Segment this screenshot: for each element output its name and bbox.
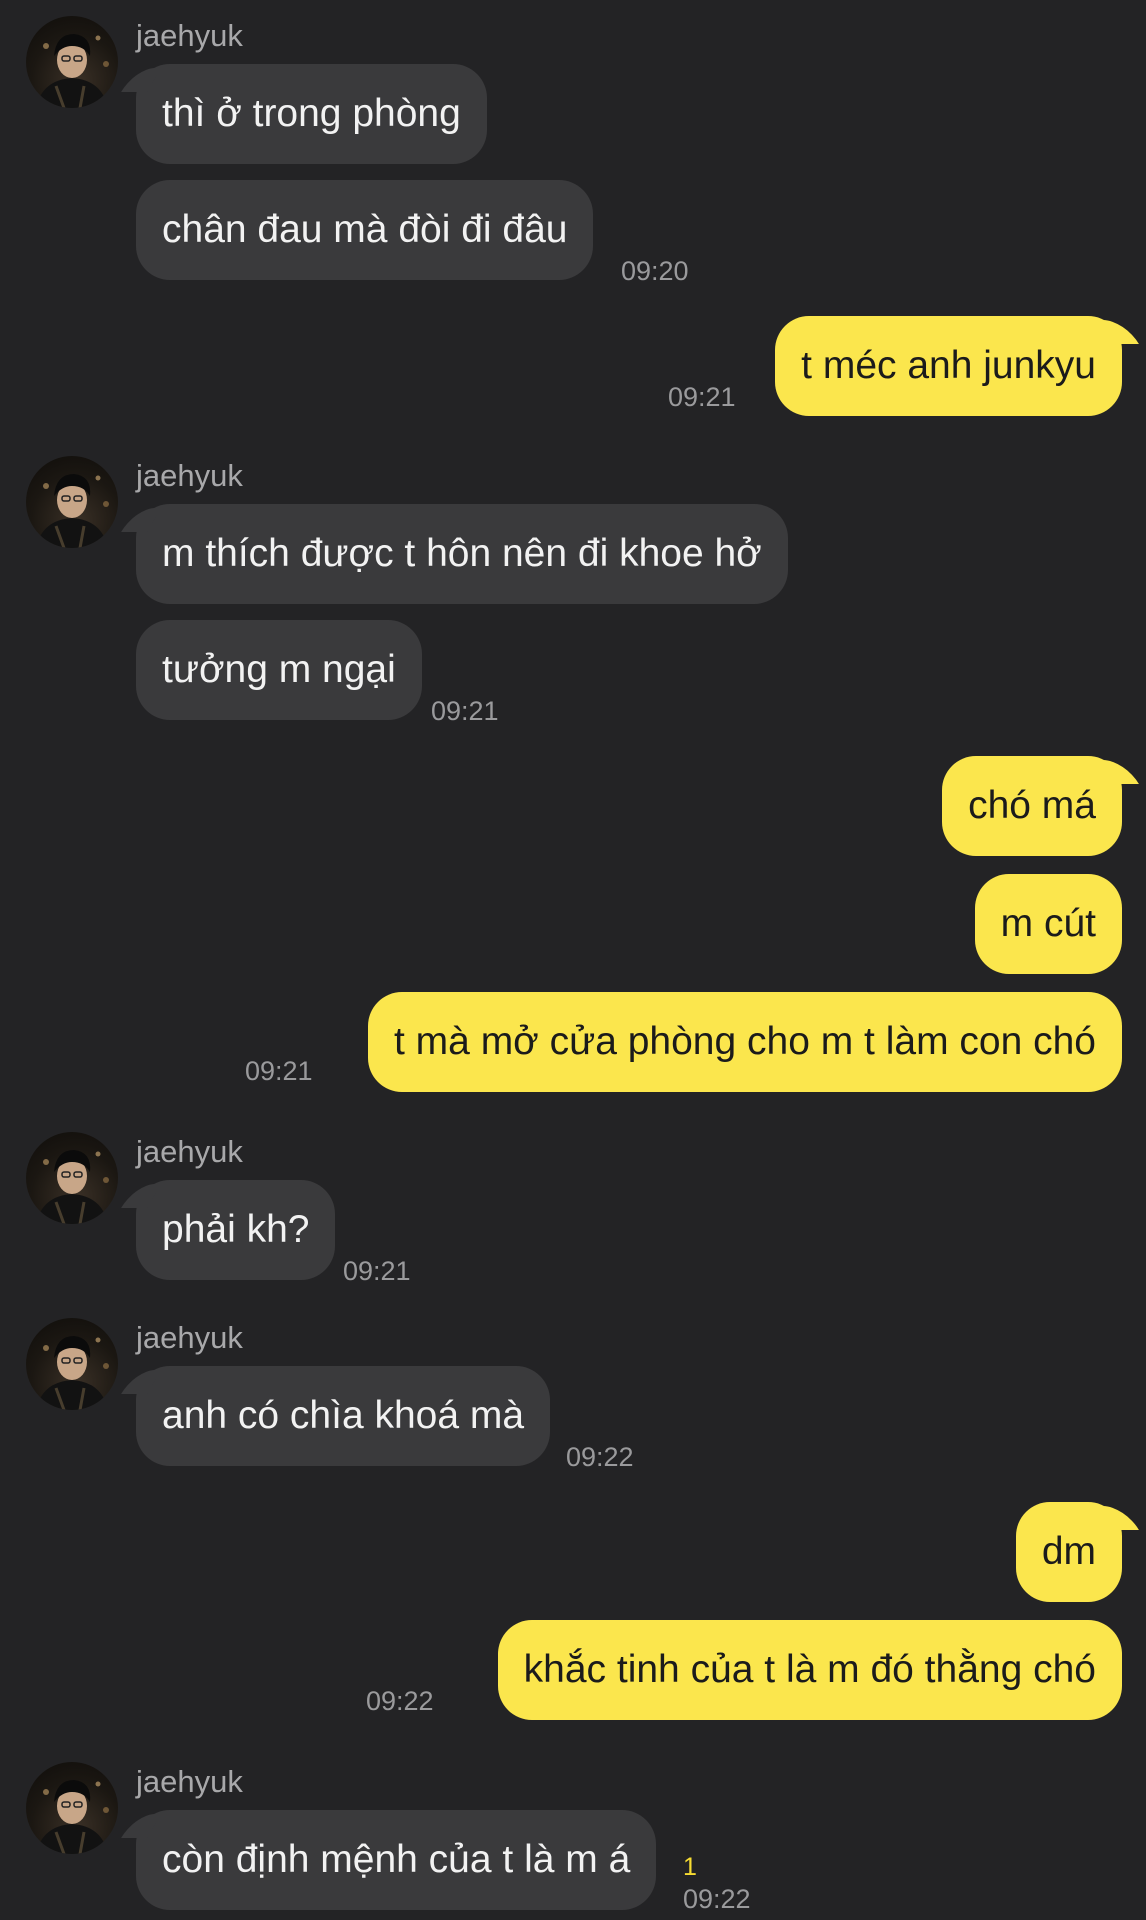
contact-avatar[interactable] bbox=[26, 1318, 118, 1410]
message-bubble-incoming[interactable]: m thích được t hôn nên đi khoe hở bbox=[136, 504, 788, 604]
message-bubble-outgoing[interactable]: dm bbox=[1015, 1502, 1122, 1602]
message-timestamp: 09:21 bbox=[245, 1056, 313, 1086]
message-bubble-incoming[interactable]: tưởng m ngại bbox=[136, 620, 422, 720]
sender-name: jaehyuk bbox=[136, 1134, 243, 1169]
message-bubble-outgoing[interactable]: m cút bbox=[974, 874, 1122, 974]
contact-avatar[interactable] bbox=[26, 456, 118, 548]
sender-name: jaehyuk bbox=[136, 1764, 243, 1799]
contact-avatar[interactable] bbox=[26, 16, 118, 108]
sender-name: jaehyuk bbox=[136, 458, 243, 493]
message-timestamp: 09:20 bbox=[621, 256, 689, 286]
unread-count-badge: 1 bbox=[683, 1853, 697, 1881]
message-timestamp: 09:21 bbox=[343, 1256, 411, 1286]
message-bubble-incoming[interactable]: phải kh? bbox=[136, 1180, 336, 1280]
contact-avatar[interactable] bbox=[26, 1132, 118, 1224]
message-timestamp: 09:22 bbox=[366, 1686, 434, 1716]
message-bubble-incoming[interactable]: thì ở trong phòng bbox=[136, 64, 487, 164]
chat-conversation: jaehyuk thì ở trong phòng chân đau mà đò… bbox=[0, 0, 1146, 1920]
message-bubble-incoming[interactable]: anh có chìa khoá mà bbox=[136, 1366, 551, 1466]
message-timestamp: 09:22 bbox=[683, 1884, 751, 1914]
message-bubble-outgoing[interactable]: t méc anh junkyu bbox=[775, 316, 1122, 416]
contact-avatar[interactable] bbox=[26, 1762, 118, 1854]
message-bubble-incoming[interactable]: còn định mệnh của t là m á bbox=[136, 1810, 657, 1910]
message-bubble-outgoing[interactable]: khắc tinh của t là m đó thằng chó bbox=[497, 1620, 1122, 1720]
sender-name: jaehyuk bbox=[136, 18, 243, 53]
message-bubble-outgoing[interactable]: t mà mở cửa phòng cho m t làm con chó bbox=[368, 992, 1122, 1092]
message-timestamp: 09:21 bbox=[431, 696, 499, 726]
message-timestamp: 09:22 bbox=[566, 1442, 634, 1472]
message-bubble-outgoing[interactable]: chó má bbox=[942, 756, 1122, 856]
message-timestamp: 09:21 bbox=[668, 382, 736, 412]
message-bubble-incoming[interactable]: chân đau mà đòi đi đâu bbox=[136, 180, 594, 280]
sender-name: jaehyuk bbox=[136, 1320, 243, 1355]
